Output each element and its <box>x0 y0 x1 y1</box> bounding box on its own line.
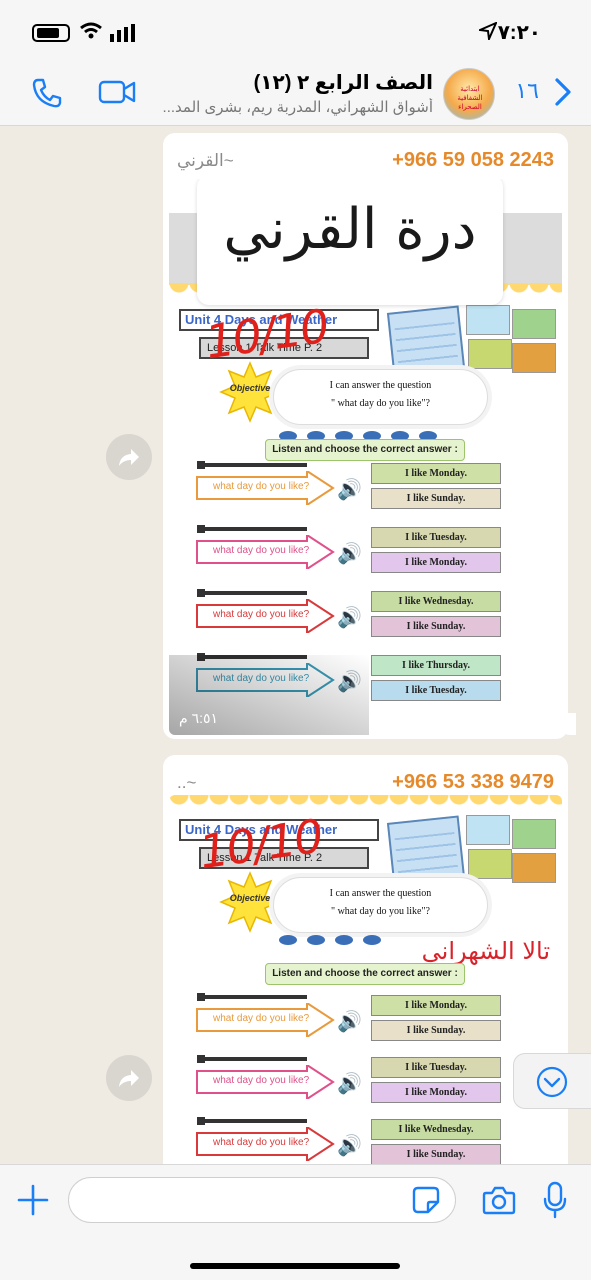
scallop-border <box>169 795 562 809</box>
image-attachment[interactable]: Unit 4 Days and Weather Lesson 1 Talk Ti… <box>169 795 562 1164</box>
status-bar: ٧:٢٠ <box>0 0 591 62</box>
battery-icon <box>32 24 70 42</box>
image-attachment[interactable]: Unit 4 Days and Weather Lesson 1 Talk Ti… <box>169 179 562 735</box>
group-participants[interactable]: أشواق الشهراني، المدربة ريم، بشرى المد..… <box>143 98 433 116</box>
objective-cloud: I can answer the question " what day do … <box>273 369 488 425</box>
question-text: what day do you like? <box>213 545 310 556</box>
question-row: what day do you like? 🔊 I like Tuesday. I l… <box>195 525 525 585</box>
plus-icon[interactable] <box>16 1183 50 1217</box>
question-row: what day do you like? 🔊 I like Monday. I li… <box>195 461 525 521</box>
chevron-down-icon <box>536 1066 568 1098</box>
answer-option[interactable]: I like Tuesday. <box>371 1057 501 1078</box>
question-text: what day do you like? <box>213 609 310 620</box>
objective-label: Objective <box>229 893 271 903</box>
answer-option[interactable]: I like Sunday. <box>371 1020 501 1041</box>
sender-phone[interactable]: +966 59 058 2243 <box>392 149 554 172</box>
forward-icon <box>119 1070 139 1087</box>
instruction-box: Listen and choose the correct answer : <box>265 963 465 985</box>
speaker-icon[interactable]: 🔊 <box>337 605 362 630</box>
chat-area[interactable]: ~القرني +966 59 058 2243 Unit 4 Days and… <box>0 127 591 1164</box>
unread-count[interactable]: ١٦ <box>515 78 539 104</box>
answer-option[interactable]: I like Monday. <box>371 463 501 484</box>
name-overlay-card: درة القرني <box>197 179 503 305</box>
forward-button[interactable] <box>106 1055 152 1101</box>
question-row: what day do you like? 🔊 I like Tuesday. I l… <box>195 1055 525 1115</box>
signal-icon <box>110 24 135 42</box>
camera-icon[interactable] <box>482 1185 516 1215</box>
objective-sun: Objective <box>219 361 281 423</box>
message-input-bar <box>0 1164 591 1280</box>
objective-line: " what day do you like"? <box>331 906 430 917</box>
objective-line: " what day do you like"? <box>331 398 430 409</box>
question-row: what day do you like? 🔊 I like Wednesday. I… <box>195 589 525 649</box>
answer-option[interactable]: I like Sunday. <box>371 488 501 509</box>
microphone-icon[interactable] <box>543 1181 567 1219</box>
answer-option[interactable]: I like Sunday. <box>371 1144 501 1164</box>
answer-option[interactable]: I like Thursday. <box>371 655 501 676</box>
speaker-icon[interactable]: 🔊 <box>337 477 362 502</box>
sender-phone[interactable]: +966 53 338 9479 <box>392 771 554 794</box>
student-name: تالا الشهراني <box>421 937 550 965</box>
objective-line: I can answer the question <box>329 380 432 391</box>
forward-button[interactable] <box>106 434 152 480</box>
group-avatar[interactable]: ابتدائية الشفافية الصحراء <box>443 68 495 120</box>
question-text: what day do you like? <box>213 1075 310 1086</box>
audio-slider <box>197 461 307 469</box>
scroll-down-button[interactable] <box>513 1053 591 1109</box>
voice-call-icon[interactable] <box>30 76 64 110</box>
audio-slider <box>197 993 307 1001</box>
chat-header: الصف الرابع ٢ (١٢) أشواق الشهراني، المدر… <box>0 62 591 126</box>
answer-option[interactable]: I like Sunday. <box>371 616 501 637</box>
answer-option[interactable]: I like Monday. <box>371 995 501 1016</box>
answer-option[interactable]: I like Monday. <box>371 1082 501 1103</box>
message-bubble[interactable]: ~القرني +966 59 058 2243 Unit 4 Days and… <box>163 133 576 739</box>
video-call-icon[interactable] <box>98 78 136 106</box>
audio-slider <box>197 1117 307 1125</box>
objective-line: I can answer the question <box>329 888 432 899</box>
sticker-icon[interactable] <box>412 1186 440 1214</box>
group-name[interactable]: الصف الرابع ٢ (١٢) <box>254 70 433 95</box>
answer-option[interactable]: I like Wednesday. <box>371 591 501 612</box>
message-time: ٦:٥١ م <box>179 710 219 726</box>
message-input[interactable] <box>68 1177 456 1223</box>
speaker-icon[interactable]: 🔊 <box>337 1009 362 1034</box>
speaker-icon[interactable]: 🔊 <box>337 541 362 566</box>
forward-icon <box>119 449 139 466</box>
message-bubble[interactable]: ~.. +966 53 338 9479 Unit 4 Days and Wea… <box>163 755 568 1164</box>
answer-option[interactable]: I like Tuesday. <box>371 680 501 701</box>
audio-slider <box>197 1055 307 1063</box>
objective-sun: Objective <box>219 871 281 933</box>
status-time: ٧:٢٠ <box>497 22 541 44</box>
overlay-student-name: درة القرني <box>223 197 477 262</box>
question-row: what day do you like? 🔊 I like Wednesday. I… <box>195 1117 525 1164</box>
wifi-icon <box>80 22 102 39</box>
sender-name[interactable]: ~.. <box>177 773 196 793</box>
back-chevron-icon[interactable] <box>553 76 573 108</box>
answer-option[interactable]: I like Tuesday. <box>371 527 501 548</box>
question-text: what day do you like? <box>213 481 310 492</box>
sender-name[interactable]: ~القرني <box>177 151 234 171</box>
objective-cloud: I can answer the question " what day do … <box>273 877 488 933</box>
answer-option[interactable]: I like Monday. <box>371 552 501 573</box>
home-indicator <box>190 1263 400 1269</box>
question-row: what day do you like? 🔊 I like Monday. I li… <box>195 993 525 1053</box>
avatar-text: ابتدائية الشفافية الصحراء <box>457 86 483 111</box>
objective-label: Objective <box>229 383 271 393</box>
question-text: what day do you like? <box>213 1137 310 1148</box>
question-text: what day do you like? <box>213 1013 310 1024</box>
audio-slider <box>197 525 307 533</box>
audio-slider <box>197 589 307 597</box>
speaker-icon[interactable]: 🔊 <box>337 1071 362 1096</box>
location-arrow-icon <box>479 22 497 40</box>
answer-option[interactable]: I like Wednesday. <box>371 1119 501 1140</box>
instruction-box: Listen and choose the correct answer : <box>265 439 465 461</box>
speaker-icon[interactable]: 🔊 <box>337 1133 362 1158</box>
